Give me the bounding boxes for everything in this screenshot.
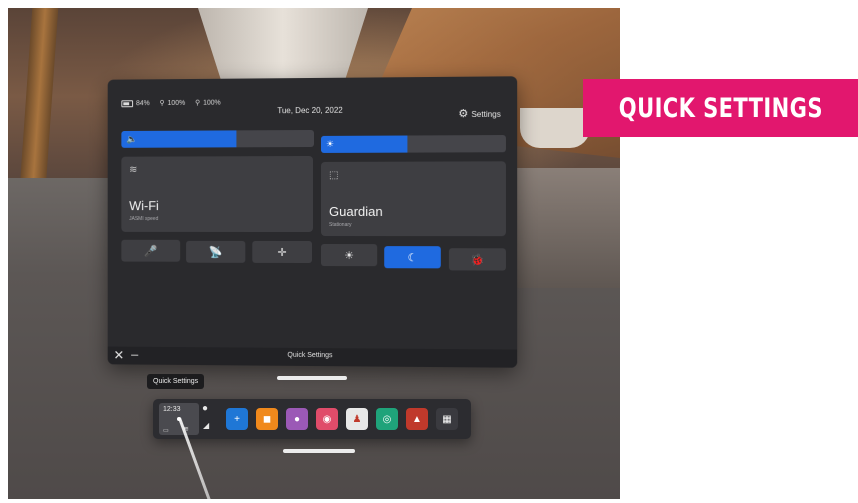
wifi-tile[interactable]: ≋ Wi-Fi JASMI speed [121,155,313,233]
mic-icon: 🎤 [143,245,158,258]
volume-slider-fill [121,130,237,148]
panel-grab-handle[interactable] [277,376,347,380]
panel-title: Quick Settings [287,351,333,360]
app-camera-icon[interactable]: ◉ [316,408,338,430]
right-controller-icon: ⚲ [194,99,201,107]
dock-grab-handle[interactable] [283,449,355,453]
cast-toggle-button[interactable]: 📡 [186,240,246,263]
left-controller-battery: ⚲ 100% [159,99,186,108]
guardian-mode: Stationary [328,222,352,229]
speaker-icon: 🔈 [126,133,138,144]
profile-icon[interactable]: ● [202,403,208,414]
night-mode-toggle-button[interactable]: ☾ [384,246,441,269]
palm-tree-trunk [19,8,59,188]
guardian-icon: ⬚ [328,169,339,181]
mic-toggle-button[interactable]: 🎤 [121,239,181,262]
panel-footer: ✕ – Quick Settings [107,346,518,368]
quick-settings-banner: QUICK SETTINGS [583,79,858,137]
app-explore-icon[interactable]: + [226,408,248,430]
wifi-icon: ≋ [129,164,138,176]
guardian-title: Guardian [328,203,383,219]
clock-time: 12:33 [163,406,181,413]
app-people-icon[interactable]: ● [286,408,308,430]
universal-menu-dock: 12:33 ▭ ≋ ● ◢ + ◼ ● ◉ ♟ ◎ ▲ ▦ [153,399,471,439]
share-icon[interactable]: ◢ [203,421,209,430]
app-game-3-icon[interactable]: ▲ [406,408,428,430]
guardian-tile[interactable]: ⬚ Guardian Stationary [320,161,506,237]
brightness-slider[interactable]: ☀ [320,135,506,153]
stone-ledge [510,168,620,288]
date-label: Tue, Dec 20, 2022 [277,105,343,116]
app-app-library-icon[interactable]: ▦ [436,408,458,430]
sun-icon: ☀ [325,138,335,149]
light-mode-toggle-button[interactable]: ☀ [320,244,378,267]
battery-icon: ▭ [163,428,169,434]
wifi-network-name: JASMI speed [129,216,159,222]
quick-settings-panel: 84% ⚲ 100% ⚲ 100% Tue, Dec 20, 2022 ⚙ Se… [107,76,518,368]
stone-pillar [198,8,368,88]
debug-icon: 🐞 [470,253,485,266]
app-game-1-icon[interactable]: ♟ [346,408,368,430]
light-mode-icon: ☀ [344,249,354,262]
headset-battery: 84% [121,99,150,107]
night-mode-icon: ☾ [407,251,418,264]
recenter-toggle-button[interactable]: ✛ [252,240,312,264]
cast-icon: 📡 [208,246,223,259]
settings-button[interactable]: ⚙ Settings [458,107,501,121]
battery-icon [121,99,134,107]
planter [520,108,590,148]
gear-icon: ⚙ [458,107,469,121]
app-game-2-icon[interactable]: ◎ [376,408,398,430]
debug-toggle-button[interactable]: 🐞 [448,248,506,271]
recenter-icon: ✛ [277,246,287,259]
left-controller-icon: ⚲ [159,100,165,108]
volume-slider[interactable]: 🔈 [121,129,314,148]
wifi-title: Wi-Fi [129,198,159,214]
right-controller-battery: ⚲ 100% [194,99,221,107]
app-store-icon[interactable]: ◼ [256,408,278,430]
dock-tooltip: Quick Settings [147,374,205,389]
